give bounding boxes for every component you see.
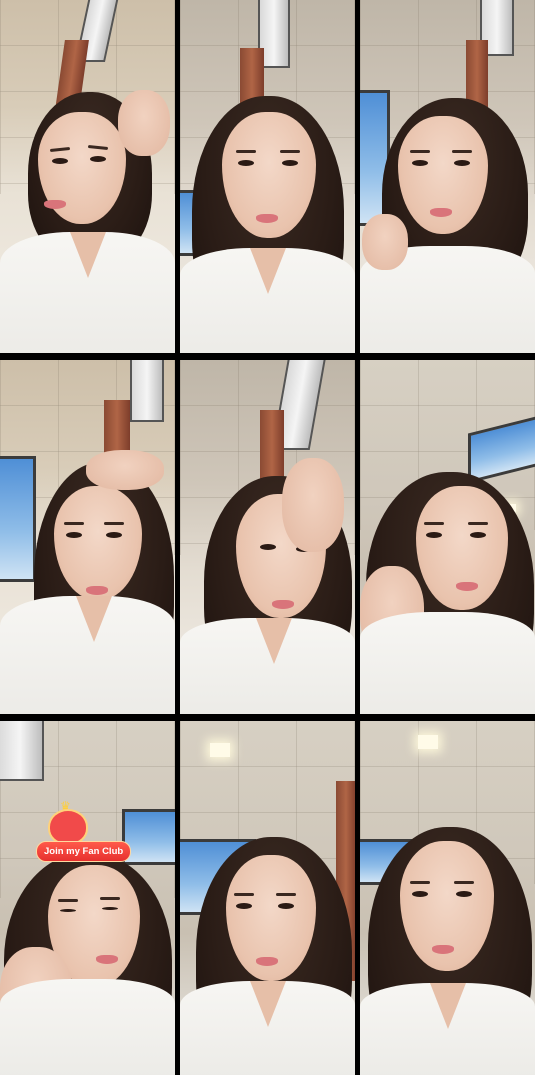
collage-panel-5 xyxy=(180,360,355,714)
collage-panel-7: ♛ Join my Fan Club xyxy=(0,721,175,1075)
collage-panel-8 xyxy=(180,721,355,1075)
heart-mascot-icon xyxy=(50,811,86,843)
photo-collage: ♛ Join my Fan Club xyxy=(0,0,535,1075)
collage-panel-9 xyxy=(360,721,535,1075)
collage-panel-2 xyxy=(180,0,355,353)
collage-panel-4 xyxy=(0,360,175,714)
collage-panel-6 xyxy=(360,360,535,714)
collage-panel-1 xyxy=(0,0,175,353)
collage-panel-3 xyxy=(360,0,535,353)
fan-club-label[interactable]: Join my Fan Club xyxy=(36,841,132,862)
